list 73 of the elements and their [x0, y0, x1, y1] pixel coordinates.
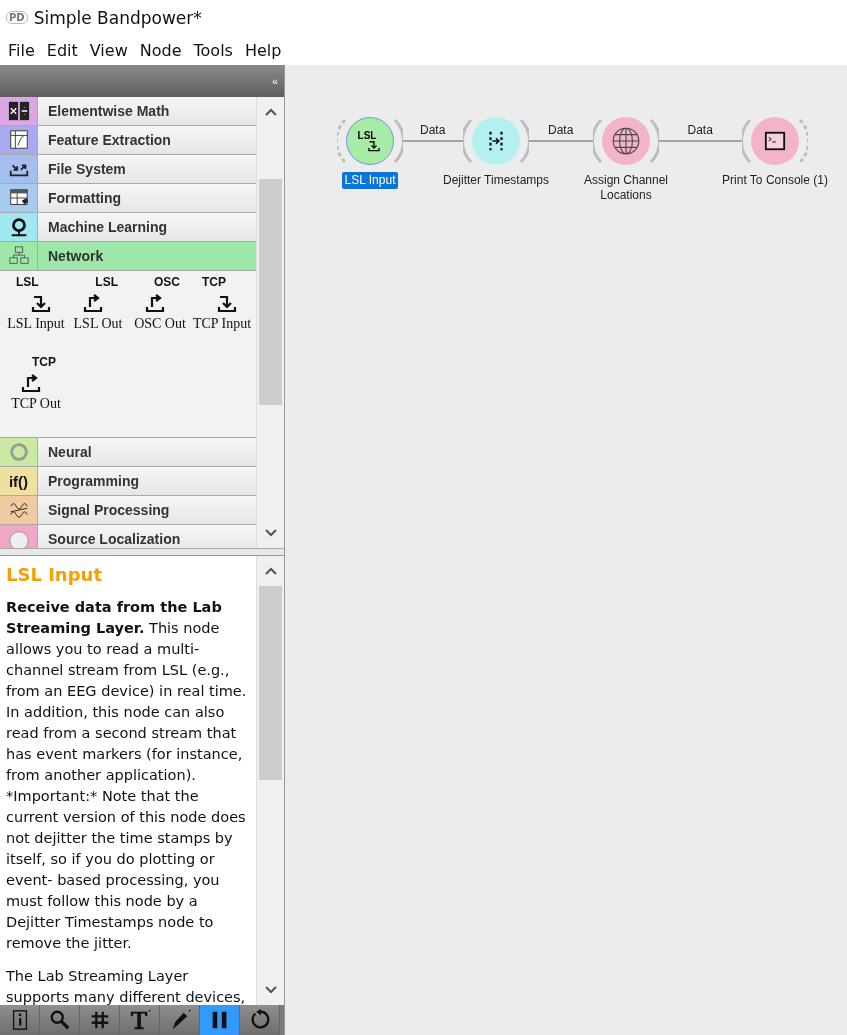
- node-icon-text: LSL: [357, 130, 377, 141]
- connection-label: Data: [548, 123, 574, 137]
- help-title: LSL Input: [6, 564, 103, 585]
- node-label: Assign Channel Locations: [582, 172, 670, 204]
- ring-icon: [7, 441, 30, 463]
- tile-icon-text: TCP: [32, 355, 56, 369]
- category-item[interactable]: Signal Processing: [0, 496, 256, 525]
- category-item[interactable]: Neural: [0, 438, 256, 467]
- menu-item[interactable]: Tools: [187, 40, 239, 60]
- node-tile[interactable]: OSC OSC Out: [130, 275, 190, 353]
- category-icon-tile: if(): [0, 467, 38, 495]
- menu-item[interactable]: View: [83, 40, 134, 60]
- text-button[interactable]: [120, 1005, 160, 1035]
- menu-item[interactable]: Node: [133, 40, 188, 60]
- workflow-node[interactable]: [602, 117, 650, 165]
- input-port-arc[interactable]: [337, 119, 346, 163]
- download-icon: [30, 293, 52, 313]
- text-icon: [128, 1009, 151, 1031]
- tile-icon-text: TCP: [202, 275, 226, 289]
- tile-icon-text: OSC: [154, 275, 180, 289]
- window-title: Simple Bandpower*: [33, 7, 202, 28]
- workflow-node[interactable]: [751, 117, 799, 165]
- network-icon: [7, 245, 30, 267]
- node-label: Print To Console (1): [721, 172, 829, 189]
- upload-icon: [82, 293, 104, 313]
- download-icon: [216, 293, 238, 313]
- node-tile[interactable]: TCP TCP Out: [6, 355, 66, 433]
- help-paragraph: The Lab Streaming Layer supports many different devices,: [6, 967, 247, 1005]
- input-port-arc[interactable]: [593, 119, 602, 163]
- pause-button[interactable]: [200, 1005, 240, 1035]
- category-item[interactable]: File System: [0, 155, 256, 184]
- connection-line: [403, 140, 463, 142]
- node-tile[interactable]: TCP TCP Input: [192, 275, 252, 353]
- pen-button[interactable]: [160, 1005, 200, 1035]
- feature-icon: [7, 129, 30, 151]
- node-label: LSL Input: [341, 172, 399, 189]
- workflow-node[interactable]: [472, 117, 520, 165]
- upload-icon: [20, 373, 42, 393]
- node-tile[interactable]: LSL LSL Input: [6, 275, 66, 353]
- menu-item[interactable]: Edit: [40, 40, 84, 60]
- category-item[interactable]: Feature Extraction: [0, 126, 256, 155]
- info-button[interactable]: [0, 1005, 40, 1035]
- category-item[interactable]: Source Localization: [0, 525, 256, 548]
- connection-line: [529, 140, 593, 142]
- search-icon: [48, 1009, 71, 1031]
- input-port-arc[interactable]: [742, 119, 751, 163]
- category-item[interactable]: Machine Learning: [0, 213, 256, 242]
- tile-icon-text: LSL: [95, 275, 118, 289]
- grid-button[interactable]: [80, 1005, 120, 1035]
- node-label: Dejitter Timestamps: [442, 172, 550, 189]
- app-logo: PD: [6, 11, 28, 24]
- node-tile[interactable]: LSL LSL Out: [68, 275, 128, 353]
- category-item[interactable]: Formatting: [0, 184, 256, 213]
- refresh-button[interactable]: [240, 1005, 280, 1035]
- upload-icon: [144, 293, 166, 313]
- collapse-button[interactable]: «: [271, 75, 278, 87]
- terminal-icon: [764, 130, 786, 152]
- workflow-node[interactable]: LSL: [346, 117, 394, 165]
- download-icon: [367, 139, 381, 152]
- help-paragraph: Receive data from the Lab Streaming Layer. This node allows you to read a multi-channel stream from LSL (e.g., from an EEG device) in real time. In addition, this node can also read from a second stream that has event markers (for instance, from another application). *Important:* Note that the current version of this node does not dejitter the time stamps by itself, so if you do plotting or event- based processing, you must follow this node by a Dejitter Timestamps node to remove the jitter.: [6, 598, 248, 953]
- math-icon: [7, 100, 30, 122]
- scrollbar[interactable]: [256, 556, 284, 1005]
- category-item[interactable]: Network: [0, 242, 256, 271]
- connection-label: Data: [687, 123, 713, 137]
- input-port-arc[interactable]: [463, 119, 472, 163]
- search-button[interactable]: [40, 1005, 80, 1035]
- menu-item[interactable]: Help: [238, 40, 288, 60]
- category-item[interactable]: if() Programming: [0, 467, 256, 496]
- tile-icon-text: LSL: [16, 275, 39, 289]
- connection-label: Data: [420, 123, 446, 137]
- category-item[interactable]: Elementwise Math: [0, 97, 256, 126]
- scrollbar[interactable]: [256, 97, 284, 548]
- menu-item[interactable]: File: [2, 40, 41, 60]
